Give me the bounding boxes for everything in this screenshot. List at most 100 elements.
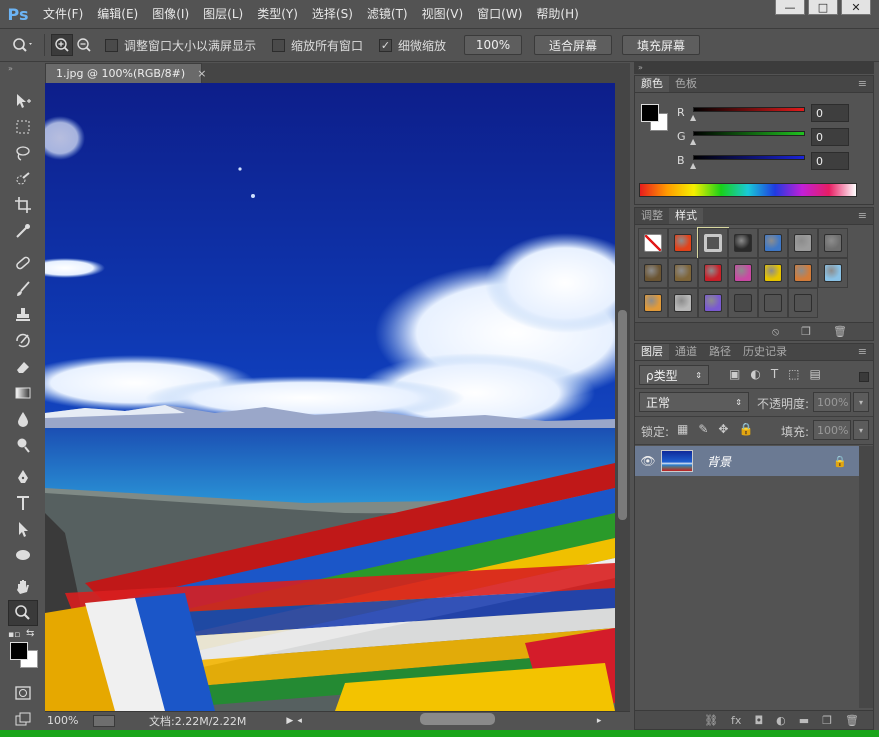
sunset-swatch[interactable] xyxy=(638,288,668,318)
color-spectrum-bar[interactable] xyxy=(639,183,857,197)
zoom-in-icon[interactable] xyxy=(51,34,73,56)
blend-mode-select[interactable]: 正常 ⇕ xyxy=(639,392,749,412)
zoom-100-button[interactable]: 100% xyxy=(464,35,523,55)
lock-pixels-icon[interactable]: ✎ xyxy=(698,422,708,436)
brown-texture-swatch[interactable] xyxy=(668,258,698,288)
layer-visibility-eye-icon[interactable]: 👁 xyxy=(635,454,661,468)
new-adjustment-icon[interactable]: ◐ xyxy=(776,714,786,727)
path-select-tool-icon[interactable] xyxy=(8,516,38,542)
menu-image[interactable]: 图像(I) xyxy=(145,0,196,28)
red-slider-handle-icon[interactable]: ▲ xyxy=(690,113,696,122)
history-brush-tool-icon[interactable] xyxy=(8,328,38,354)
layer-filter-select[interactable]: ρ类型 ⇕ xyxy=(639,365,709,385)
red-slider[interactable] xyxy=(693,107,805,112)
multicolor-swatch[interactable] xyxy=(728,258,758,288)
ellipse-tool-icon[interactable] xyxy=(8,542,38,568)
healing-brush-tool-icon[interactable] xyxy=(8,250,38,276)
gradient-tool-icon[interactable] xyxy=(8,380,38,406)
orange-gradient-swatch[interactable] xyxy=(788,258,818,288)
tab-swatches[interactable]: 色板 xyxy=(669,76,703,92)
frame-swatch[interactable] xyxy=(697,227,729,259)
delete-style-icon[interactable]: 🗑 xyxy=(833,325,847,338)
fit-screen-button[interactable]: 适合屏幕 xyxy=(534,35,613,55)
link-layers-icon[interactable]: ⛓ xyxy=(704,714,718,727)
delete-layer-icon[interactable]: 🗑 xyxy=(845,714,859,727)
vertical-scroll-thumb[interactable] xyxy=(618,310,627,520)
screen-mode-icon[interactable] xyxy=(8,706,38,732)
swap-colors-icon[interactable]: ⇆ xyxy=(26,628,34,639)
tab-paths[interactable]: 路径 xyxy=(703,344,737,360)
layer-style-icon[interactable]: fx xyxy=(731,714,741,727)
panel-menu-icon[interactable]: ≡ xyxy=(852,76,873,92)
minimize-button[interactable]: — xyxy=(775,0,805,15)
eyedropper-tool-icon[interactable] xyxy=(8,218,38,244)
mosaic-swatch[interactable] xyxy=(668,288,698,318)
menu-type[interactable]: 类型(Y) xyxy=(250,0,305,28)
crop-tool-icon[interactable] xyxy=(8,192,38,218)
pen-tool-icon[interactable] xyxy=(8,464,38,490)
brown-swatch[interactable] xyxy=(638,258,668,288)
dark-bevel-swatch[interactable] xyxy=(818,228,848,258)
tab-color[interactable]: 颜色 xyxy=(635,76,669,92)
filter-shape-icon[interactable]: ⬚ xyxy=(788,367,799,381)
clone-stamp-tool-icon[interactable] xyxy=(8,302,38,328)
scroll-right-arrow-icon[interactable]: ▸ xyxy=(597,716,602,726)
maximize-button[interactable]: □ xyxy=(808,0,838,15)
menu-edit[interactable]: 编辑(E) xyxy=(90,0,145,28)
scrubby-zoom-option[interactable]: ✓ 细微缩放 xyxy=(379,37,446,54)
dodge-tool-icon[interactable] xyxy=(8,432,38,458)
zoom-out-icon[interactable] xyxy=(73,34,95,56)
zoom-tool-icon[interactable] xyxy=(8,600,38,626)
lock-all-icon[interactable]: 🔒 xyxy=(738,422,753,436)
new-group-icon[interactable]: ▬ xyxy=(799,714,809,727)
tab-channels[interactable]: 通道 xyxy=(669,344,703,360)
zoom-all-option[interactable]: 缩放所有窗口 xyxy=(272,37,363,54)
new-layer-icon[interactable]: ❐ xyxy=(822,714,832,727)
outline-swatch-1[interactable] xyxy=(758,288,788,318)
blur-tool-icon[interactable] xyxy=(8,406,38,432)
blue-glass-swatch[interactable] xyxy=(758,228,788,258)
menu-select[interactable]: 选择(S) xyxy=(305,0,360,28)
resize-windows-checkbox[interactable] xyxy=(105,38,118,52)
default-colors-icon[interactable]: ▪▫ xyxy=(8,630,20,640)
outline-swatch-2[interactable] xyxy=(788,288,818,318)
no-style-swatch[interactable] xyxy=(638,228,668,258)
styles-menu-icon[interactable]: ≡ xyxy=(852,208,873,224)
menu-view[interactable]: 视图(V) xyxy=(415,0,471,28)
close-button[interactable]: ✕ xyxy=(841,0,871,15)
panel-collapse-icon[interactable]: » xyxy=(638,63,643,72)
tab-layers[interactable]: 图层 xyxy=(635,344,669,360)
empty-dark-swatch[interactable] xyxy=(728,288,758,318)
filter-smart-object-icon[interactable]: ▤ xyxy=(810,367,821,381)
menu-window[interactable]: 窗口(W) xyxy=(470,0,529,28)
opacity-dropdown-icon[interactable]: ▾ xyxy=(853,392,869,412)
menu-file[interactable]: 文件(F) xyxy=(36,0,90,28)
clear-style-icon[interactable]: ⦸ xyxy=(772,325,779,339)
tab-history[interactable]: 历史记录 xyxy=(737,344,793,360)
fill-screen-button[interactable]: 填充屏幕 xyxy=(622,35,701,55)
color-fg-swatch[interactable] xyxy=(641,104,659,122)
zoom-level[interactable]: 100% xyxy=(47,714,93,727)
zoom-tool-preset-icon[interactable] xyxy=(8,34,38,56)
menu-filter[interactable]: 滤镜(T) xyxy=(360,0,415,28)
blue-slider[interactable] xyxy=(693,155,805,160)
green-value[interactable]: 0 xyxy=(811,128,849,146)
add-mask-icon[interactable]: ◘ xyxy=(754,714,763,727)
zoom-all-checkbox[interactable] xyxy=(272,38,286,52)
menu-help[interactable]: 帮助(H) xyxy=(529,0,585,28)
menu-layer[interactable]: 图层(L) xyxy=(196,0,250,28)
blue-slider-handle-icon[interactable]: ▲ xyxy=(690,161,696,170)
eraser-tool-icon[interactable] xyxy=(8,354,38,380)
quick-select-tool-icon[interactable] xyxy=(8,166,38,192)
layer-row[interactable]: 👁 背景 🔒 xyxy=(635,446,859,476)
move-tool-icon[interactable] xyxy=(8,88,38,114)
lasso-tool-icon[interactable] xyxy=(8,140,38,166)
chrome-ball-swatch[interactable] xyxy=(728,228,758,258)
green-slider[interactable] xyxy=(693,131,805,136)
new-style-icon[interactable]: ❐ xyxy=(801,325,811,338)
layers-scrollbar[interactable] xyxy=(859,446,873,708)
filter-toggle[interactable] xyxy=(859,372,869,382)
filter-pixel-icon[interactable]: ▣ xyxy=(729,367,740,381)
hand-tool-icon[interactable] xyxy=(8,574,38,600)
red-glow-swatch[interactable] xyxy=(668,228,698,258)
